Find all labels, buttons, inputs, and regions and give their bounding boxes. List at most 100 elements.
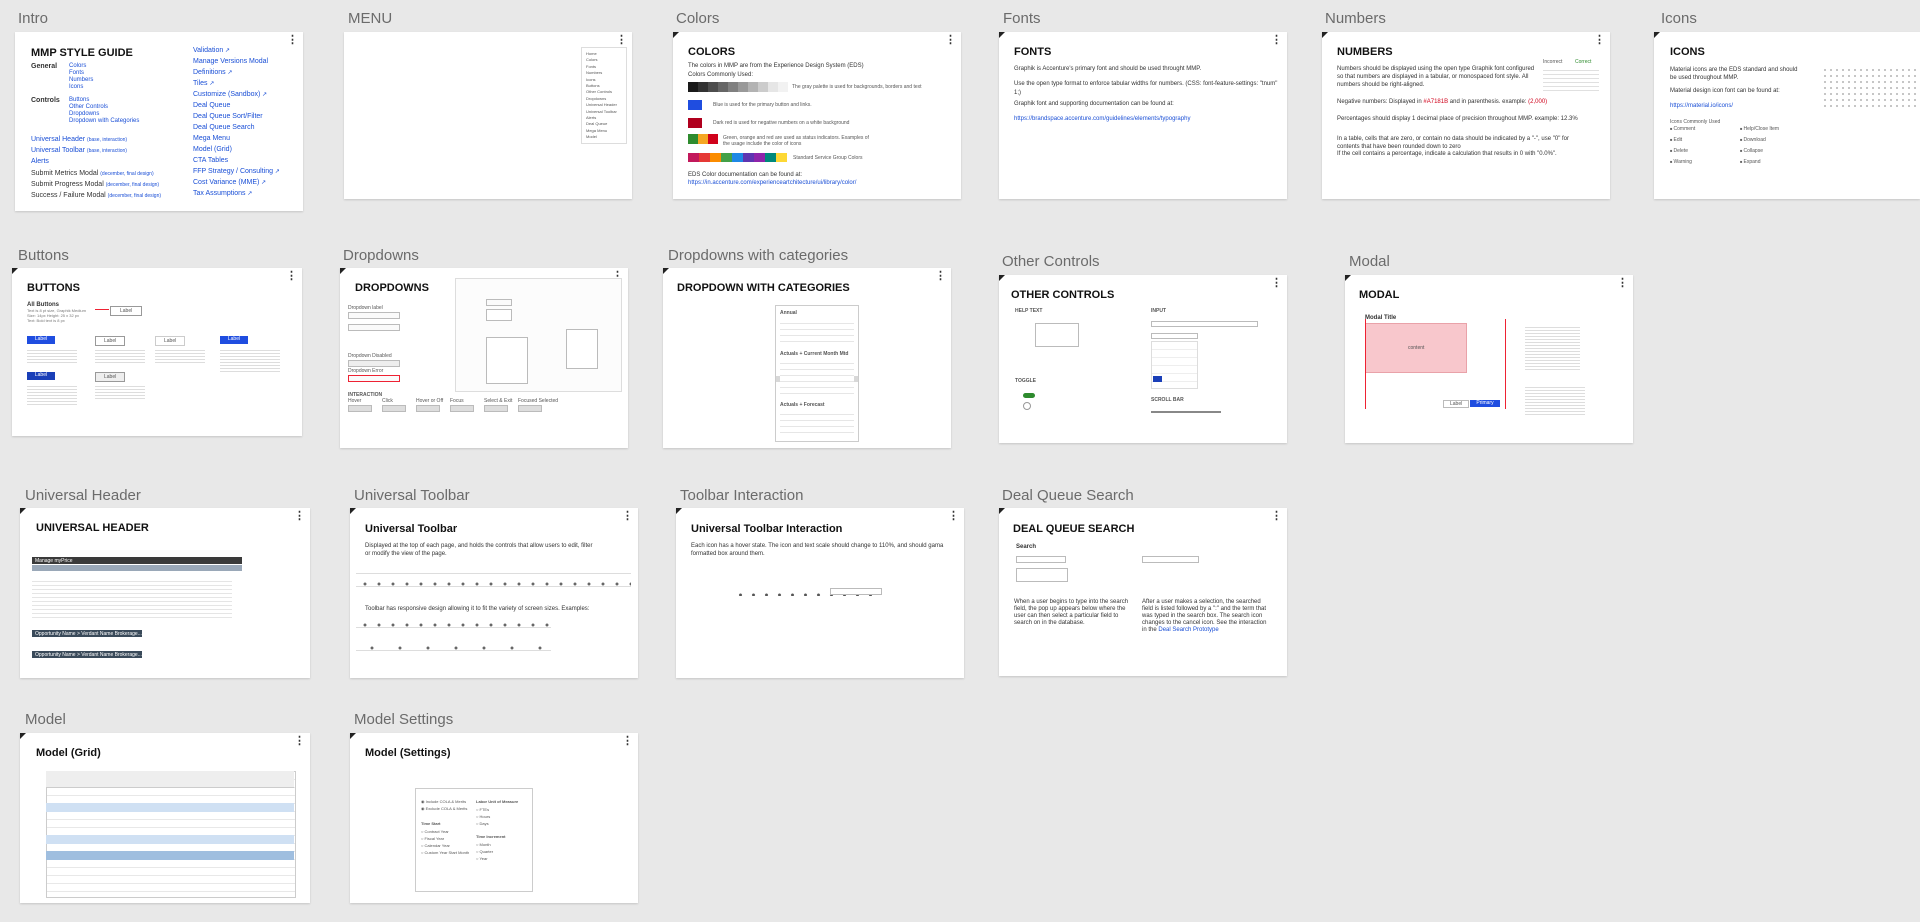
dropdown-field[interactable] (348, 312, 400, 319)
buttons-frame[interactable]: ⋮ BUTTONS All Buttons Label Text is 8 pt… (12, 268, 302, 436)
intro-frame[interactable]: ⋮ MMP STYLE GUIDE General Colors Fonts Num… (15, 32, 303, 211)
icons-frame[interactable]: ICONS Material icons are the EDS standar… (1654, 32, 1920, 199)
intro-right-link[interactable]: Cost Variance (MME) ↗ (193, 179, 266, 186)
universal-header-frame[interactable]: ⋮ UNIVERSAL HEADER Manage myPrice Opport… (20, 508, 310, 678)
deal-search-prototype-link[interactable]: Deal Search Prototype (1158, 627, 1218, 633)
more-menu-icon[interactable]: ⋮ (935, 271, 946, 282)
more-menu-icon[interactable]: ⋮ (948, 511, 959, 522)
primary-button-2[interactable]: Label (220, 336, 248, 344)
intro-general-link[interactable]: Icons (69, 84, 83, 90)
more-menu-icon[interactable]: ⋮ (1271, 35, 1282, 46)
tertiary-button[interactable]: Label (155, 336, 185, 346)
intro-controls-link[interactable]: Buttons (69, 97, 89, 103)
submit-metrics-link[interactable]: Submit Metrics Modal (31, 170, 98, 177)
intro-right-link[interactable]: CTA Tables (193, 157, 228, 164)
scroll-bar[interactable] (1151, 411, 1221, 413)
time-increment-option[interactable]: ○ Month (476, 842, 491, 847)
submit-progress-link[interactable]: Submit Progress Modal (31, 181, 104, 188)
labor-unit-option[interactable]: ○ Days (476, 821, 489, 826)
intro-right-link[interactable]: FFP Strategy / Consulting ↗ (193, 168, 280, 175)
dropdown-state-field[interactable] (450, 405, 474, 412)
icons-link[interactable]: https://material.io/icons/ (1670, 103, 1733, 109)
time-start-option[interactable]: ○ Custom Year Start Month (421, 850, 469, 855)
eds-link[interactable]: https://in.accenture.com/experienceartch… (688, 180, 856, 186)
dropdown-error[interactable] (348, 375, 400, 382)
time-start-option[interactable]: ○ Contract Year (421, 829, 449, 834)
time-start-option[interactable]: ○ Calendar Year (421, 843, 450, 848)
modal-label-button[interactable]: Label (1443, 400, 1469, 408)
menu-item[interactable]: Model (586, 134, 597, 139)
secondary-button[interactable]: Label (95, 336, 125, 346)
time-increment-option[interactable]: ○ Quarter (476, 849, 493, 854)
more-menu-icon[interactable]: ⋮ (1271, 511, 1282, 522)
intro-controls-link[interactable]: Dropdown with Categories (69, 118, 139, 124)
intro-controls-link[interactable]: Other Controls (69, 104, 108, 110)
intro-right-link[interactable]: Deal Queue Search (193, 124, 254, 131)
universal-header-row[interactable]: Universal Header (base, interaction) (31, 136, 127, 143)
more-menu-icon[interactable]: ⋮ (286, 271, 297, 282)
modal-frame[interactable]: ⋮ MODAL Modal Title content Label Primar… (1345, 275, 1633, 443)
universal-toolbar-link[interactable]: Universal Toolbar (31, 147, 85, 154)
more-menu-icon[interactable]: ⋮ (1617, 278, 1628, 289)
success-failure-row[interactable]: Success / Failure Modal (december, final… (31, 192, 161, 199)
intro-right-link[interactable]: Definitions ↗ (193, 69, 232, 76)
model-frame[interactable]: ⋮ Model (Grid) (20, 733, 310, 903)
dropdown-state-field[interactable] (518, 405, 542, 412)
menu-item[interactable]: Icons (586, 77, 596, 82)
menu-frame[interactable]: ⋮ Home Colors Fonts Numbers Icons Buttons Othe… (344, 32, 632, 199)
modal-primary-button[interactable]: Primary (1470, 400, 1500, 407)
more-menu-icon[interactable]: ⋮ (1271, 278, 1282, 289)
toggle-off[interactable] (1023, 402, 1031, 410)
universal-header-link[interactable]: Universal Header (31, 136, 85, 143)
intro-general-link[interactable]: Fonts (69, 70, 84, 76)
model-settings-frame[interactable]: ⋮ Model (Settings) ◉ Include COLA & Meri… (350, 733, 638, 903)
intro-general-link[interactable]: Colors (69, 63, 86, 69)
success-failure-link[interactable]: Success / Failure Modal (31, 192, 106, 199)
intro-right-link[interactable]: Customize (Sandbox) ↗ (193, 91, 267, 98)
menu-item[interactable]: Fonts (586, 64, 596, 69)
toggle-on[interactable] (1023, 393, 1035, 398)
menu-item[interactable]: Home (586, 51, 597, 56)
date-input-field[interactable] (1151, 333, 1198, 339)
dropdown-field-2[interactable] (348, 324, 400, 331)
fonts-link[interactable]: https://brandspace.accenture.com/guideli… (1014, 116, 1190, 122)
search-dropdown[interactable] (1016, 568, 1068, 582)
intro-controls-link[interactable]: Dropdowns (69, 111, 99, 117)
intro-right-link[interactable]: Mega Menu (193, 135, 230, 142)
intro-general-link[interactable]: Numbers (69, 77, 93, 83)
menu-item[interactable]: Dropdowns (586, 96, 606, 101)
menu-item[interactable]: Colors (586, 57, 598, 62)
other-controls-frame[interactable]: ⋮ OTHER CONTROLS HELP TEXT INPUT TOGGLE … (999, 275, 1287, 443)
more-menu-icon[interactable]: ⋮ (616, 35, 627, 46)
menu-item[interactable]: Deal Queue (586, 121, 607, 126)
secondary-button-hover[interactable]: Label (95, 372, 125, 382)
intro-right-link[interactable]: Manage Versions Modal (193, 58, 268, 65)
universal-toolbar-row[interactable]: Universal Toolbar (base, interaction) (31, 147, 127, 154)
dropdowns-frame[interactable]: ⋮ DROPDOWNS Dropdown label Dropdown Disa… (340, 268, 628, 448)
input-field[interactable] (1151, 321, 1258, 327)
time-increment-option[interactable]: ○ Year (476, 856, 488, 861)
menu-item[interactable]: Mega Menu (586, 128, 607, 133)
intro-right-link[interactable]: Validation ↗ (193, 47, 230, 54)
primary-button[interactable]: Label (27, 336, 55, 344)
menu-item[interactable]: Universal Header (586, 102, 617, 107)
dropdown-categories-frame[interactable]: ⋮ DROPDOWN WITH CATEGORIES Annual Actual… (663, 268, 951, 448)
deal-queue-search-frame[interactable]: ⋮ DEAL QUEUE SEARCH Search When a user b… (999, 508, 1287, 676)
menu-item[interactable]: Universal Toolbar (586, 109, 617, 114)
intro-right-link[interactable]: Tax Assumptions ↗ (193, 190, 252, 197)
search-input[interactable] (1016, 556, 1066, 563)
dropdown-state-field[interactable] (416, 405, 440, 412)
submit-metrics-row[interactable]: Submit Metrics Modal (december, final de… (31, 170, 154, 177)
label-button-outline[interactable]: Label (110, 306, 142, 316)
submit-progress-row[interactable]: Submit Progress Modal (december, final d… (31, 181, 159, 188)
intro-right-link[interactable]: Deal Queue Sort/Filter (193, 113, 263, 120)
more-menu-icon[interactable]: ⋮ (622, 736, 633, 747)
primary-button-hover[interactable]: Label (27, 372, 55, 380)
intro-right-link[interactable]: Tiles ↗ (193, 80, 214, 87)
menu-item[interactable]: Buttons (586, 83, 600, 88)
search-input-selected[interactable] (1142, 556, 1199, 563)
more-menu-icon[interactable]: ⋮ (622, 511, 633, 522)
toolbar-interaction-frame[interactable]: ⋮ Universal Toolbar Interaction Each ico… (676, 508, 964, 678)
cola-option[interactable]: ◉ Exclude COLA & Merits (421, 806, 467, 811)
menu-item[interactable]: Numbers (586, 70, 602, 75)
